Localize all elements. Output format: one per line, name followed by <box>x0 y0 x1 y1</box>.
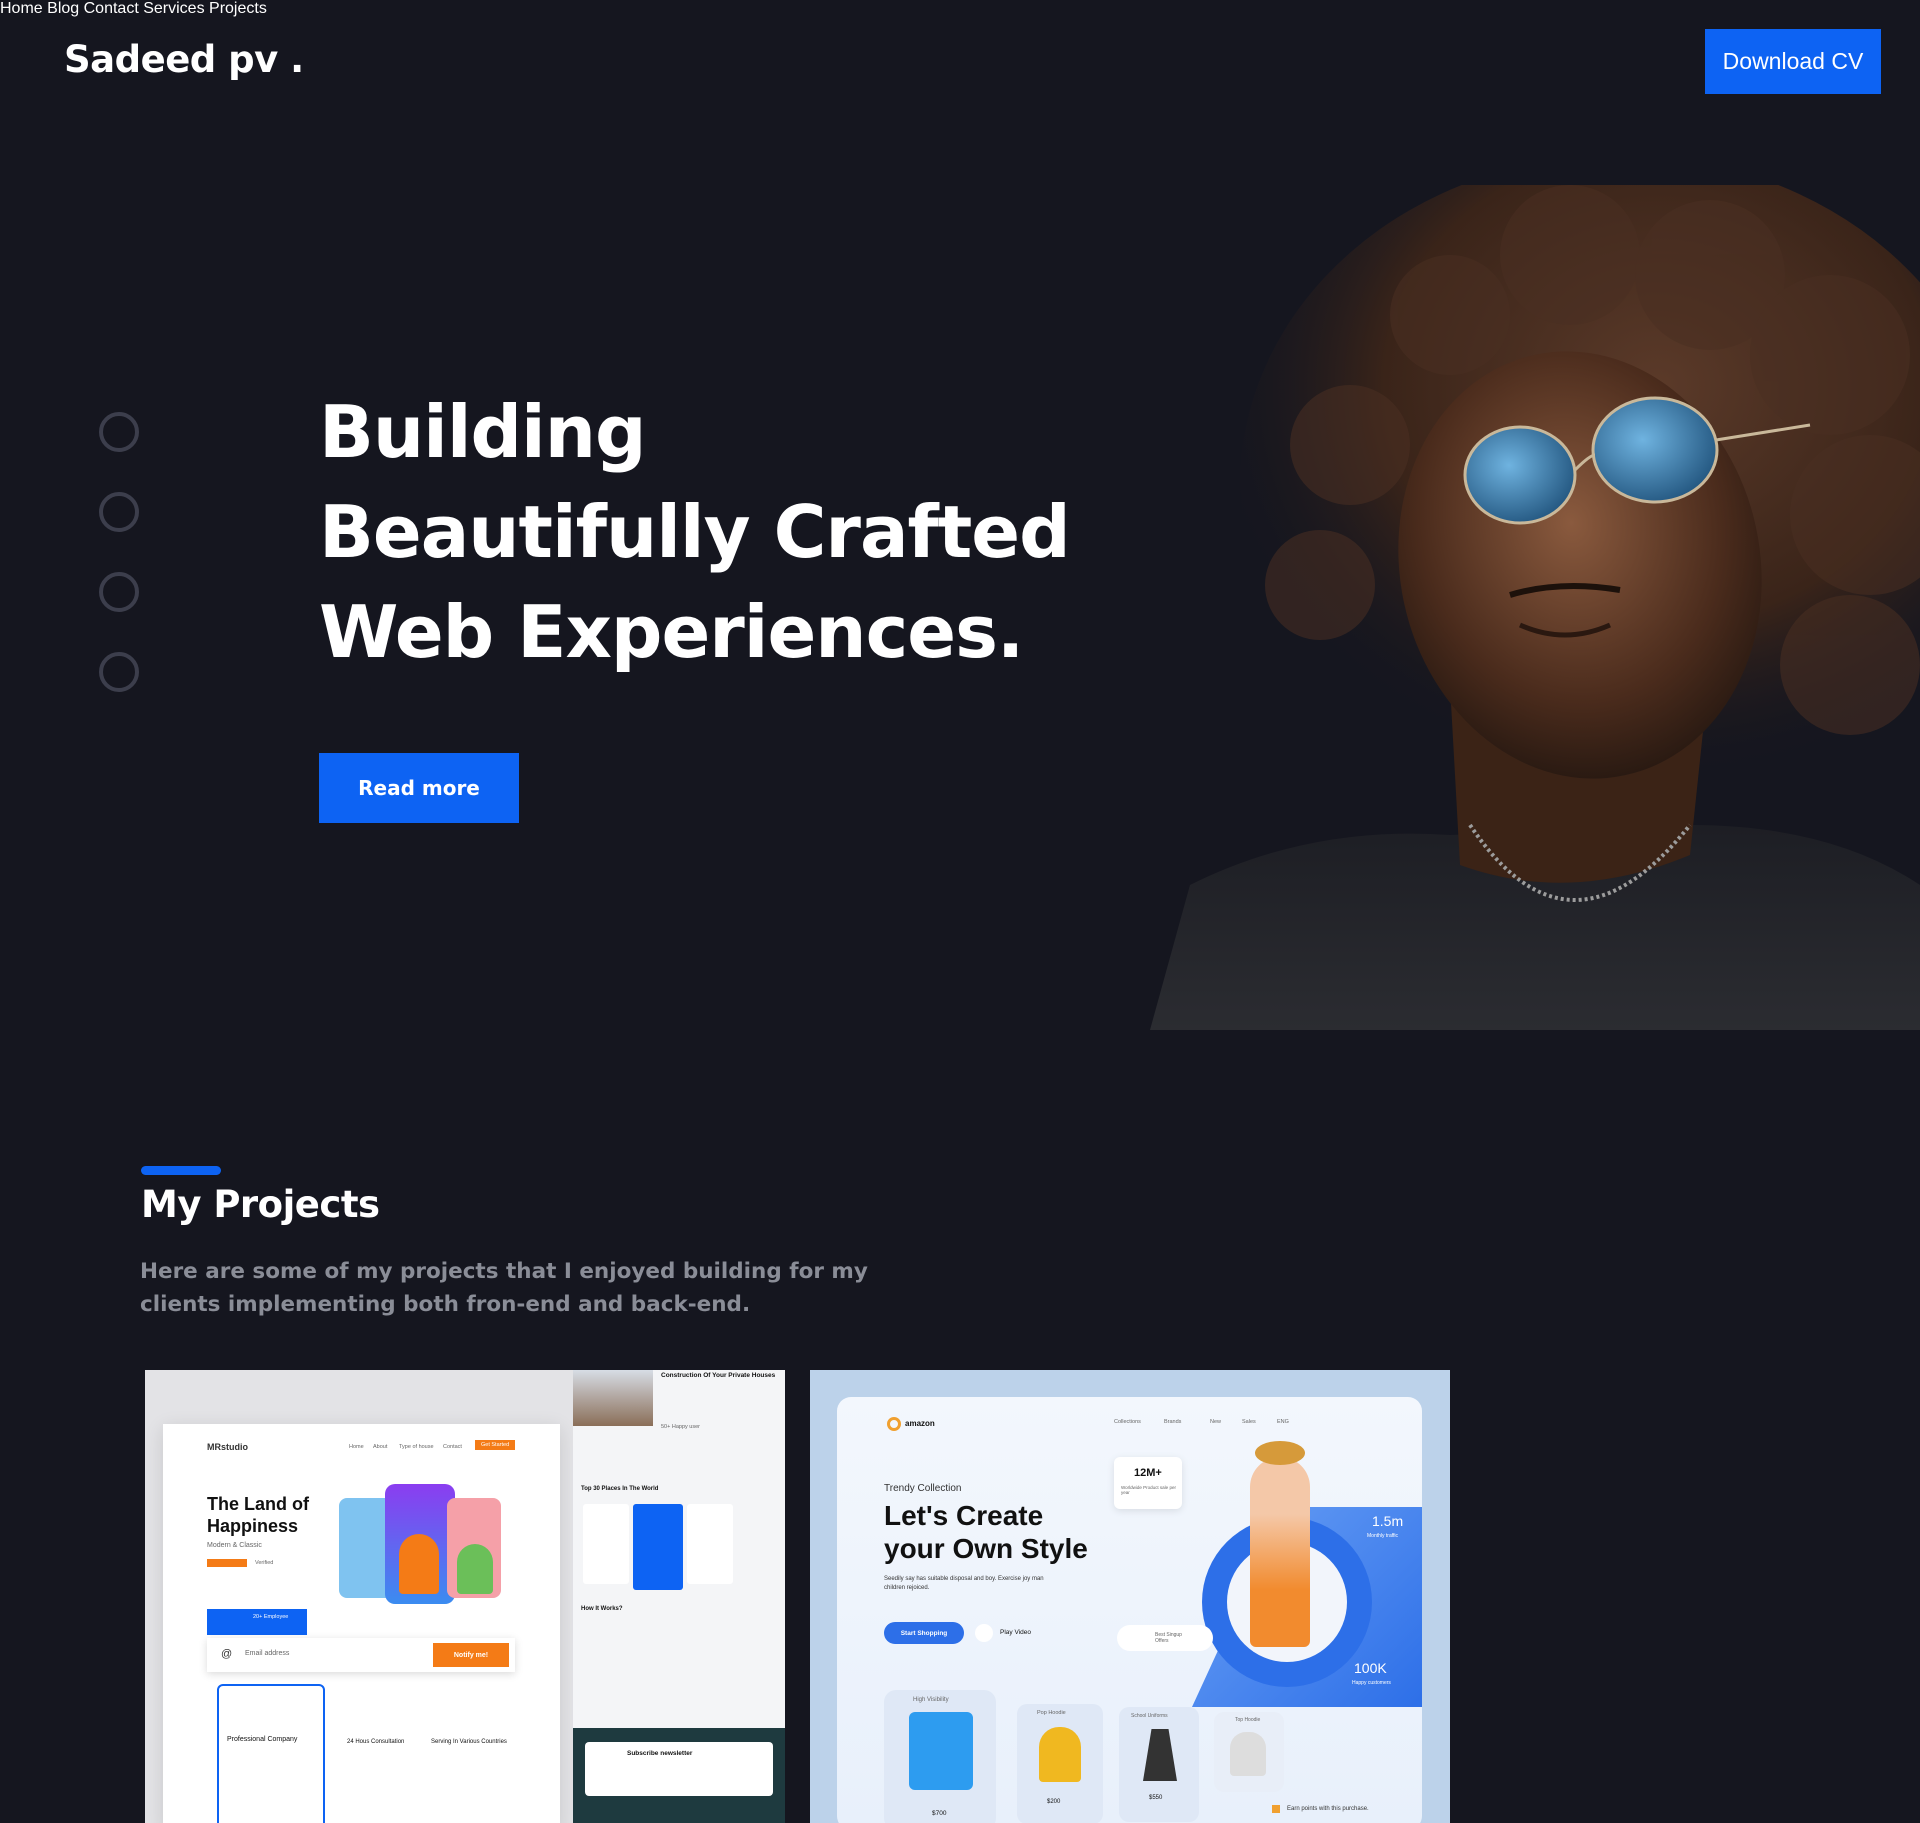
top-hoodie-image <box>1230 1732 1266 1776</box>
project-card-mrstudio[interactable]: MRstudio Home About Type of house Contac… <box>145 1370 785 1823</box>
mrstudio-feature-card <box>217 1684 325 1823</box>
person-shirt-green <box>457 1544 493 1594</box>
amazon-nav-lang: ENG <box>1277 1419 1289 1425</box>
mrstudio-feature-3: Serving In Various Countries <box>431 1739 507 1745</box>
mrstudio-sub: Modern & Classic <box>207 1542 262 1549</box>
amazon-nav-brands: Brands <box>1164 1419 1182 1425</box>
mrstudio-nav-type: Type of house <box>399 1444 434 1450</box>
product-1-name: High Visibility <box>913 1697 949 1703</box>
slider-dot-2[interactable] <box>99 492 139 532</box>
mrstudio-notify-button: Notify me! <box>433 1643 509 1667</box>
vest-image <box>909 1712 973 1790</box>
mrstudio-feature-1: Professional Company <box>227 1736 298 1743</box>
mrstudio-nav-home: Home <box>349 1444 364 1450</box>
section-accent-bar <box>141 1166 221 1175</box>
amazon-preview: amazon Collections Brands New Sales ENG … <box>837 1397 1422 1823</box>
side-construction-title: Construction Of Your Private Houses <box>661 1372 776 1379</box>
portfolio-page: Sadeed pv . Home Blog Contact Services P… <box>0 0 1920 1823</box>
amazon-stat-2-label: Monthly traffic <box>1367 1533 1399 1539</box>
nav-contact[interactable]: Contact <box>84 0 139 17</box>
amazon-stat-2: 1.5m <box>1372 1513 1404 1529</box>
mrstudio-feature-2: 24 Hous Consultation <box>347 1739 405 1745</box>
amazon-logo-icon <box>887 1417 901 1431</box>
stat-card-1 <box>1114 1457 1182 1509</box>
mrstudio-headline-1: The Land of <box>207 1494 309 1514</box>
hero-title-line-2: Beautifully Crafted <box>319 490 1071 574</box>
side-how-title: How It Works? <box>581 1606 623 1612</box>
mrstudio-preview: MRstudio Home About Type of house Contac… <box>163 1424 560 1823</box>
model-figure <box>1250 1457 1310 1647</box>
product-3-price: $550 <box>1149 1795 1163 1801</box>
mrstudio-nav-button: Get Started <box>475 1440 516 1450</box>
hero-title-line-3: Web Experiences. <box>319 590 1024 674</box>
side-card-a <box>583 1504 629 1584</box>
nav-projects[interactable]: Projects <box>209 0 267 17</box>
slider-dot-3[interactable] <box>99 572 139 612</box>
slider-dot-4[interactable] <box>99 652 139 692</box>
mrstudio-brand: MRstudio <box>207 1442 248 1452</box>
amazon-headline-1: Let's Create <box>884 1500 1044 1531</box>
nav-blog[interactable]: Blog <box>47 0 79 17</box>
side-card-c <box>687 1504 733 1584</box>
mrstudio-nav-contact: Contact <box>443 1444 462 1450</box>
product-4-name: Top Hoodie <box>1235 1717 1261 1723</box>
mrstudio-side-preview: Construction Of Your Private Houses 50+ … <box>573 1370 785 1823</box>
side-newsletter-title: Subscribe newsletter <box>627 1750 693 1757</box>
project-card-amazon[interactable]: amazon Collections Brands New Sales ENG … <box>810 1370 1450 1823</box>
amazon-nav-sales: Sales <box>1242 1419 1256 1425</box>
mrstudio-stat: 20+ Employee <box>253 1614 289 1620</box>
slider-dot-1[interactable] <box>99 412 139 452</box>
model-hat <box>1255 1441 1305 1465</box>
person-shirt-orange <box>399 1534 439 1594</box>
amazon-stat-3-label: Happy customers <box>1352 1680 1391 1686</box>
amazon-offer: Best Singup Offers <box>1155 1632 1182 1644</box>
mrstudio-headline-2: Happiness <box>207 1516 299 1536</box>
amazon-stat-1-label: Worldwide Product sale per year <box>1121 1485 1176 1495</box>
side-card-b <box>633 1504 683 1590</box>
mrstudio-stat-box <box>207 1609 307 1635</box>
amazon-kicker: Trendy Collection <box>884 1483 962 1494</box>
amazon-body: Seedily say has suitable disposal and bo… <box>884 1576 1044 1591</box>
points-icon <box>1272 1805 1280 1813</box>
house-photo <box>573 1370 653 1426</box>
hoodie-image <box>1039 1727 1081 1782</box>
product-1-price: $700 <box>932 1810 947 1817</box>
amazon-play-video: Play Video <box>1000 1629 1031 1636</box>
hero-portrait-image <box>1150 185 1920 1030</box>
amazon-start-shopping: Start Shopping <box>884 1622 964 1644</box>
projects-description: Here are some of my projects that I enjo… <box>140 1259 868 1317</box>
product-2-name: Pop Hoodie <box>1037 1710 1066 1716</box>
play-icon <box>975 1624 993 1642</box>
amazon-stat-1: 12M+ <box>1134 1467 1162 1479</box>
product-2-price: $200 <box>1047 1799 1061 1805</box>
mrstudio-email-placeholder: Email address <box>245 1650 290 1657</box>
read-more-button[interactable]: Read more <box>319 753 519 823</box>
amazon-headline-2: your Own Style <box>884 1533 1088 1564</box>
download-cv-button[interactable]: Download CV <box>1705 29 1881 94</box>
main-nav: Home Blog Contact Services Projects <box>0 0 1920 18</box>
projects-title: My Projects <box>141 1183 380 1226</box>
amazon-nav-new: New <box>1210 1419 1222 1425</box>
mrstudio-badge: Verified <box>255 1560 274 1566</box>
side-places-title: Top 30 Places In The World <box>581 1486 659 1492</box>
amazon-brand: amazon <box>905 1419 935 1428</box>
hero-title: Building Beautifully Crafted Web Experie… <box>319 382 1071 682</box>
product-3-name: School Uniforms <box>1131 1713 1168 1719</box>
at-icon: @ <box>221 1648 233 1660</box>
mrstudio-orange-button <box>207 1559 247 1567</box>
amazon-stat-3: 100K <box>1354 1660 1387 1676</box>
mrstudio-nav-about: About <box>373 1444 388 1450</box>
hero-title-line-1: Building <box>319 390 647 474</box>
side-happy-users: 50+ Happy user <box>661 1424 700 1430</box>
nav-home[interactable]: Home <box>0 0 43 17</box>
amazon-nav-collections: Collections <box>1114 1419 1141 1425</box>
amazon-earn-points: Earn points with this purchase. <box>1287 1806 1369 1812</box>
nav-services[interactable]: Services <box>143 0 204 17</box>
site-logo[interactable]: Sadeed pv . <box>64 38 304 81</box>
